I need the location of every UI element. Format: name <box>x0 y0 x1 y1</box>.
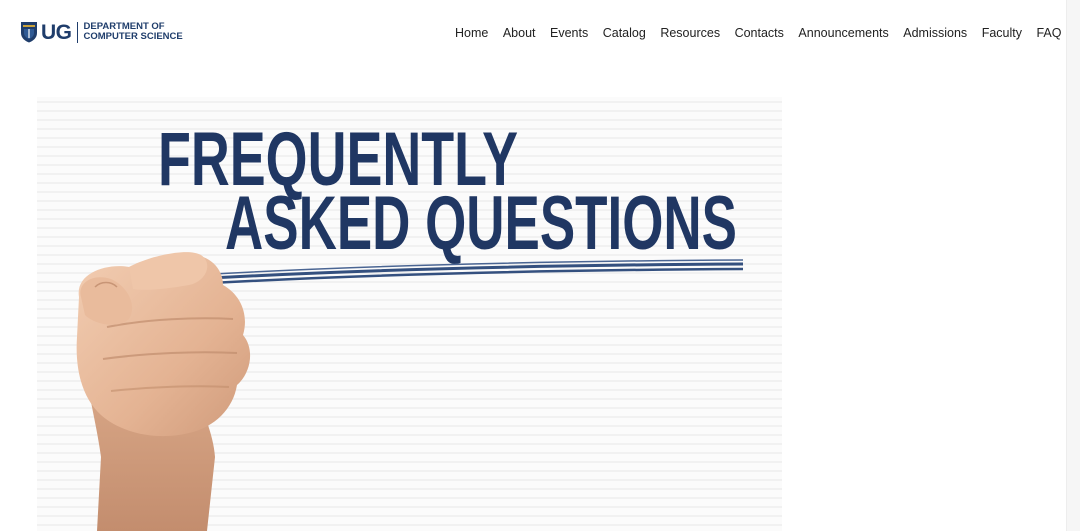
nav-link-catalog[interactable]: Catalog <box>603 25 646 41</box>
nav-link-home[interactable]: Home <box>455 25 488 41</box>
faq-hero-image: FREQUENTLY ASKED QUESTIONS <box>37 97 782 531</box>
nav-link-contacts[interactable]: Contacts <box>735 25 784 41</box>
main-nav: Home About Events Catalog Resources Cont… <box>455 25 1062 41</box>
logo-divider <box>76 21 78 43</box>
site-header: UG DEPARTMENT OF COMPUTER SCIENCE Home A… <box>0 0 1066 66</box>
university-crest-icon <box>21 22 37 43</box>
nav-link-resources[interactable]: Resources <box>660 25 720 41</box>
department-logo-link[interactable]: UG DEPARTMENT OF COMPUTER SCIENCE <box>20 18 183 46</box>
department-name-line2: COMPUTER SCIENCE <box>83 31 183 42</box>
logo-mark: UG <box>41 20 72 44</box>
nav-link-announcements[interactable]: Announcements <box>798 25 888 41</box>
nav-link-events[interactable]: Events <box>550 25 588 41</box>
nav-link-about[interactable]: About <box>503 25 536 41</box>
nav-link-faculty[interactable]: Faculty <box>982 25 1022 41</box>
nav-link-admissions[interactable]: Admissions <box>903 25 967 41</box>
scrollbar[interactable] <box>1066 0 1080 531</box>
hero-headline-line2: ASKED QUESTIONS <box>225 181 737 266</box>
nav-link-faq[interactable]: FAQ <box>1036 25 1061 41</box>
department-name: DEPARTMENT OF COMPUTER SCIENCE <box>83 21 183 43</box>
